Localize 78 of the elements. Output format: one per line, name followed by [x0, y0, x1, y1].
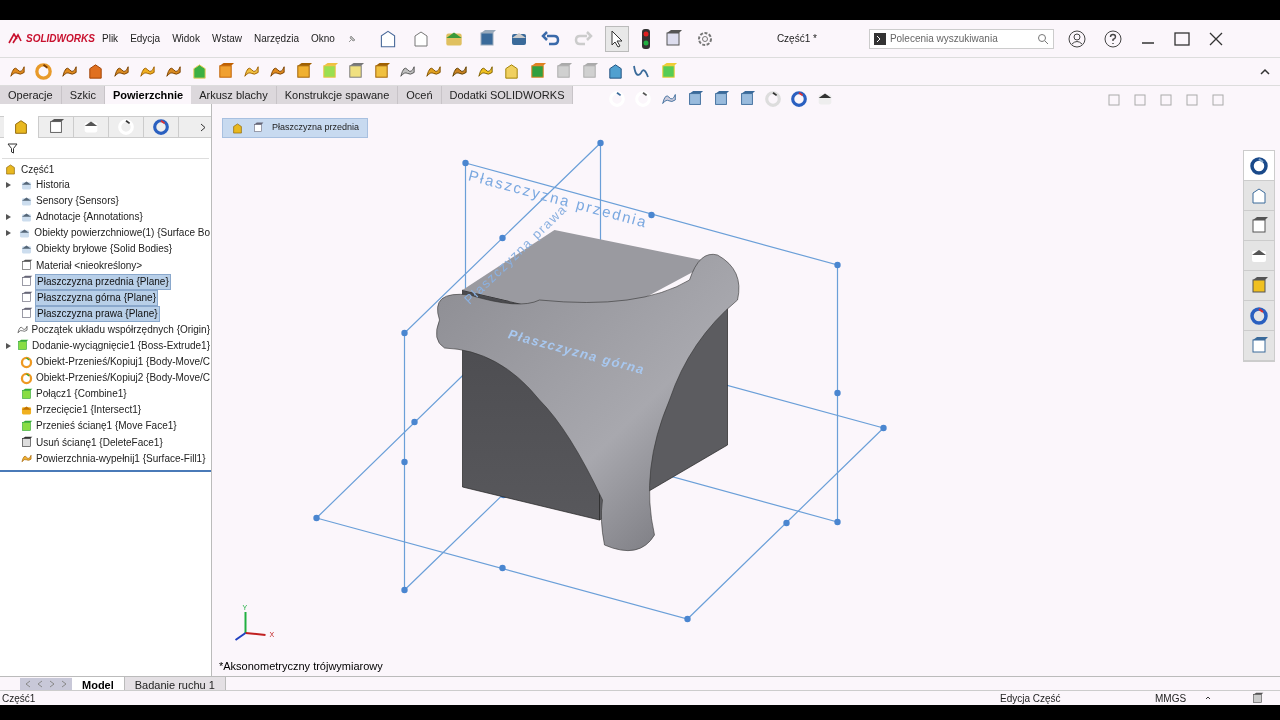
app-logo: SOLIDWORKS — [26, 32, 95, 46]
status-mode: Edycja Część — [1000, 691, 1062, 706]
pin-icon[interactable] — [346, 33, 357, 44]
collapse-icon[interactable] — [1260, 67, 1270, 76]
chevron-right-icon[interactable] — [200, 122, 206, 132]
menu-item[interactable]: Plik — [102, 31, 119, 46]
surface-tool-icon[interactable] — [606, 62, 625, 81]
pointer-icon — [609, 29, 624, 48]
select-tool-button[interactable] — [604, 25, 629, 52]
surface-tool-icon[interactable] — [190, 62, 209, 81]
feature-icon — [20, 387, 33, 401]
menu-item[interactable]: Okno — [310, 31, 335, 46]
part-icon — [231, 121, 244, 135]
surface-tool-icon[interactable] — [346, 62, 365, 81]
surface-tool-icon[interactable] — [86, 62, 105, 81]
traffic-light-icon[interactable] — [640, 27, 651, 50]
expand-arrow-icon[interactable] — [6, 343, 11, 349]
part-icon — [4, 162, 17, 176]
command-tab[interactable]: Powierzchnie — [104, 86, 192, 104]
tree-item[interactable]: Materiał <nieokreślony> — [35, 258, 144, 273]
tree-item[interactable]: Obiekt-Przenieś/Kopiuj2 {Body-Move/C — [35, 371, 211, 386]
breadcrumb[interactable]: Płaszczyzna przednia — [222, 118, 369, 138]
tree-item[interactable]: Obiekty bryłowe {Solid Bodies} — [35, 242, 174, 257]
plane-icon — [20, 307, 33, 321]
caret-icon[interactable] — [1205, 695, 1211, 701]
plane-icon — [20, 291, 33, 305]
account-icon[interactable] — [1067, 29, 1086, 48]
plane-icon — [252, 122, 264, 134]
tree-item[interactable]: Dodanie-wyciągnięcie1 {Boss-Extrude1} — [31, 339, 211, 353]
search-icon[interactable] — [1036, 32, 1049, 45]
search-bar[interactable]: Polecenia wyszukiwania — [868, 28, 1054, 49]
maximize-icon[interactable] — [1173, 30, 1190, 47]
search-field[interactable]: Polecenia wyszukiwania — [889, 31, 1033, 46]
tree-item[interactable]: Przecięcie1 {Intersect1} — [35, 403, 143, 418]
tree-item[interactable]: Płaszczyzna przednia {Plane} — [35, 273, 171, 290]
help-icon[interactable] — [1103, 29, 1122, 48]
menu-item[interactable]: Wstaw — [211, 31, 242, 46]
tree-root[interactable]: Część1 — [21, 161, 55, 177]
plane-icon — [20, 275, 33, 289]
feature-icon — [16, 339, 30, 353]
bottom-tab[interactable]: Badanie ruchu 1 — [124, 676, 226, 691]
undo-icon[interactable] — [540, 29, 561, 48]
filter-icon[interactable] — [7, 143, 18, 154]
tree-item[interactable]: Adnotacje {Annotations} — [35, 210, 144, 225]
surface-tool-icon[interactable] — [34, 62, 53, 81]
view-name: *Aksonometryczny trójwymiarowy — [219, 658, 383, 674]
expand-arrow-icon[interactable] — [6, 214, 11, 221]
tree-item[interactable]: Obiekt-Przenieś/Kopiuj1 {Body-Move/C — [35, 355, 211, 370]
tab-scroll-icon[interactable] — [20, 677, 72, 690]
tree-item[interactable]: Usuń ścianę1 {DeleteFace1} — [35, 435, 164, 450]
menu-item[interactable]: Edycja — [130, 31, 161, 46]
tree-item[interactable]: Połącz1 {Combine1} — [35, 387, 128, 402]
feature-icon — [20, 419, 33, 433]
breadcrumb-label: Płaszczyzna przednia — [272, 121, 360, 135]
surface-tool-icon[interactable] — [216, 62, 235, 81]
terminal-icon — [873, 32, 886, 45]
appearance-icon[interactable] — [1249, 305, 1269, 326]
expand-arrow-icon[interactable] — [6, 182, 11, 189]
part-icon[interactable] — [12, 118, 30, 136]
status-units: MMGS — [1155, 691, 1188, 706]
appearance-icon[interactable] — [152, 118, 170, 136]
tree-item[interactable]: Przenieś ścianę1 {Move Face1} — [35, 419, 178, 434]
tree-item[interactable]: Początek układu współrzędnych {Origin} — [30, 322, 211, 337]
surface-tool-icon[interactable] — [372, 62, 391, 81]
status-document: Część1 — [2, 691, 36, 706]
surface-tool-icon[interactable] — [294, 62, 313, 81]
logo-icon — [8, 32, 22, 45]
tree-item[interactable]: Obiekty powierzchniowe(1) {Surface Bo — [33, 226, 211, 241]
document-title: Część1 * — [776, 32, 818, 46]
tree-item[interactable]: Powierzchnia-wypełnij1 {Surface-Fill1} — [35, 451, 207, 466]
appearance-icon[interactable] — [790, 90, 808, 108]
tree-item[interactable]: Sensory {Sensors} — [35, 194, 120, 209]
menu-item[interactable]: Widok — [172, 31, 200, 46]
bottom-tab[interactable]: Model — [72, 676, 125, 691]
menu-item[interactable]: Narzędzia — [253, 31, 299, 46]
tree-item[interactable]: Historia — [35, 178, 71, 193]
surface-tool-icon[interactable] — [528, 62, 547, 81]
expand-arrow-icon[interactable] — [6, 230, 11, 237]
